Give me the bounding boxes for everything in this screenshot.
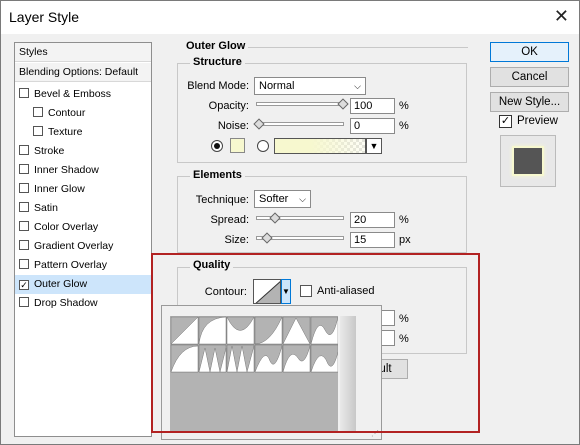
elements-title: Elements <box>190 169 245 181</box>
style-item-gradient-overlay[interactable]: Gradient Overlay <box>15 237 151 256</box>
glow-color-swatch[interactable] <box>230 138 245 153</box>
style-checkbox[interactable] <box>19 240 29 250</box>
preview-label: Preview <box>517 115 558 127</box>
style-checkbox[interactable] <box>19 183 29 193</box>
technique-label: Technique: <box>195 194 249 206</box>
opacity-label: Opacity: <box>208 100 249 112</box>
style-item-label: Drop Shadow <box>34 297 98 309</box>
size-label: Size: <box>224 234 249 246</box>
style-item-pattern-overlay[interactable]: Pattern Overlay <box>15 256 151 275</box>
style-item-contour[interactable]: Contour <box>15 104 151 123</box>
cancel-button[interactable]: Cancel <box>490 67 569 87</box>
style-item-label: Texture <box>48 126 83 138</box>
opacity-unit: % <box>399 100 409 112</box>
noise-slider[interactable] <box>253 118 344 130</box>
new-style-button[interactable]: New Style... <box>490 92 569 112</box>
blend-mode-label: Blend Mode: <box>187 80 249 92</box>
blend-mode-value: Normal <box>259 80 295 92</box>
technique-value: Softer <box>259 193 289 205</box>
style-item-satin[interactable]: Satin <box>15 199 151 218</box>
style-item-bevel-emboss[interactable]: Bevel & Emboss <box>15 85 151 104</box>
opacity-slider[interactable] <box>256 98 349 110</box>
style-checkbox[interactable] <box>19 259 29 269</box>
style-checkbox[interactable] <box>19 145 29 155</box>
style-item-texture[interactable]: Texture <box>15 123 151 142</box>
chevron-down-icon: ⌵ <box>354 81 361 91</box>
style-item-drop-shadow[interactable]: Drop Shadow <box>15 294 151 313</box>
outer-glow-title: Outer Glow <box>186 40 246 52</box>
gradient-dropdown-icon[interactable]: ▼ <box>366 138 382 154</box>
style-checkbox[interactable] <box>19 88 29 98</box>
style-item-label: Gradient Overlay <box>34 240 114 252</box>
style-item-outer-glow[interactable]: ✓ Outer Glow <box>15 275 151 294</box>
size-slider[interactable] <box>256 232 344 244</box>
style-item-label: Satin <box>34 202 58 214</box>
title-divider <box>248 47 468 48</box>
style-item-label: Inner Shadow <box>34 164 99 176</box>
preview-swatch <box>512 146 544 176</box>
quality-highlight-box <box>151 253 480 433</box>
noise-label: Noise: <box>217 120 249 132</box>
solid-color-radio[interactable] <box>211 140 223 152</box>
gradient-preview[interactable] <box>274 138 366 154</box>
technique-select[interactable]: Softer ⌵ <box>254 190 311 208</box>
style-checkbox[interactable] <box>33 107 43 117</box>
size-unit: px <box>399 234 411 246</box>
style-checkbox[interactable] <box>33 126 43 136</box>
size-input[interactable]: 15 <box>350 232 395 248</box>
style-checkbox[interactable] <box>19 164 29 174</box>
style-item-label: Color Overlay <box>34 221 99 233</box>
style-checkbox[interactable] <box>19 221 29 231</box>
ok-button[interactable]: OK <box>490 42 569 62</box>
style-preview <box>500 135 556 187</box>
chevron-down-icon: ⌵ <box>299 194 306 204</box>
style-item-label: Bevel & Emboss <box>34 88 112 100</box>
noise-unit: % <box>399 120 409 132</box>
style-item-label: Pattern Overlay <box>34 259 107 271</box>
spread-label: Spread: <box>210 214 249 226</box>
style-item-inner-shadow[interactable]: Inner Shadow <box>15 161 151 180</box>
styles-header[interactable]: Styles <box>15 43 151 62</box>
blending-options-item[interactable]: Blending Options: Default <box>15 63 151 82</box>
preview-checkbox[interactable]: ✓ <box>499 115 512 128</box>
style-item-color-overlay[interactable]: Color Overlay <box>15 218 151 237</box>
structure-title: Structure <box>190 56 245 68</box>
noise-input[interactable]: 0 <box>350 118 395 134</box>
spread-unit: % <box>399 214 409 226</box>
close-icon[interactable]: ✕ <box>554 6 569 27</box>
style-item-label: Contour <box>48 107 86 119</box>
style-checkbox[interactable] <box>19 202 29 212</box>
layer-style-dialog: Layer Style ✕ Styles Blending Options: D… <box>0 0 580 445</box>
blend-mode-select[interactable]: Normal ⌵ <box>254 77 366 95</box>
spread-input[interactable]: 20 <box>350 212 395 228</box>
style-item-label: Inner Glow <box>34 183 85 195</box>
styles-list: Styles Blending Options: Default Bevel &… <box>14 42 152 437</box>
style-item-label: Stroke <box>34 145 65 157</box>
gradient-radio[interactable] <box>257 140 269 152</box>
style-checkbox[interactable]: ✓ <box>19 280 29 290</box>
style-item-label: Outer Glow <box>34 278 88 290</box>
style-item-inner-glow[interactable]: Inner Glow <box>15 180 151 199</box>
spread-slider[interactable] <box>256 212 344 224</box>
style-checkbox[interactable] <box>19 297 29 307</box>
style-item-stroke[interactable]: Stroke <box>15 142 151 161</box>
window-title: Layer Style <box>9 9 80 25</box>
title-bar: Layer Style ✕ <box>1 1 579 34</box>
opacity-input[interactable]: 100 <box>350 98 395 114</box>
